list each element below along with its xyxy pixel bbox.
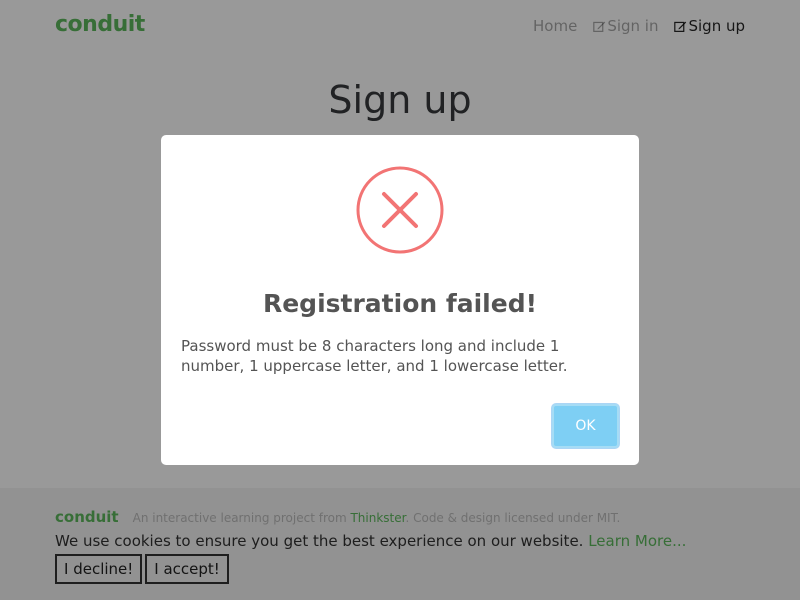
dialog-title: Registration failed! (262, 289, 538, 318)
dialog-message: Password must be 8 characters long and i… (181, 337, 568, 375)
ok-button[interactable]: OK (552, 404, 619, 448)
error-dialog: Registration failed! Password must be 8 … (161, 135, 639, 465)
error-x-icon (356, 166, 444, 254)
